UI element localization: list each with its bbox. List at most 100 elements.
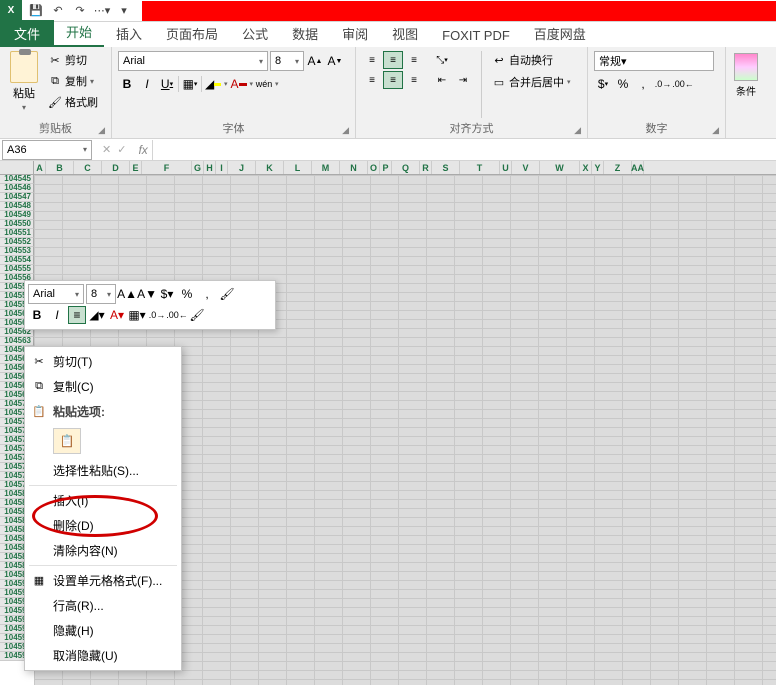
ctx-hide[interactable]: 隐藏(H) (25, 618, 181, 643)
save-button[interactable]: 💾 (26, 1, 46, 21)
col-header-E[interactable]: E (130, 161, 142, 174)
tab-insert[interactable]: 插入 (104, 20, 154, 47)
fx-icon[interactable]: fx (134, 143, 151, 157)
col-header-M[interactable]: M (312, 161, 340, 174)
copy-button[interactable]: ⧉复制▾ (46, 72, 100, 90)
align-top-button[interactable]: ≡ (362, 51, 382, 69)
mini-format-painter[interactable]: 🖌 (218, 285, 236, 303)
tab-data[interactable]: 数据 (280, 20, 330, 47)
row-header[interactable]: 104554 (0, 256, 34, 265)
col-header-U[interactable]: U (500, 161, 512, 174)
increase-decimal-button[interactable]: .0→ (654, 75, 672, 93)
col-header-P[interactable]: P (380, 161, 392, 174)
dialog-launcher-icon[interactable]: ◢ (574, 125, 581, 136)
col-header-H[interactable]: H (204, 161, 216, 174)
percent-button[interactable]: % (614, 75, 632, 93)
align-bottom-button[interactable]: ≡ (404, 51, 424, 69)
tab-review[interactable]: 审阅 (330, 20, 380, 47)
merge-center-button[interactable]: ▭合并后居中▾ (490, 73, 573, 91)
dialog-launcher-icon[interactable]: ◢ (98, 125, 105, 136)
row-header[interactable]: 104549 (0, 211, 34, 220)
col-header-Z[interactable]: Z (604, 161, 632, 174)
italic-button[interactable]: I (138, 75, 156, 93)
ctx-clear-contents[interactable]: 清除内容(N) (25, 538, 181, 563)
wrap-text-button[interactable]: ↩自动换行 (490, 51, 573, 69)
mini-percent-button[interactable]: % (178, 285, 196, 303)
dialog-launcher-icon[interactable]: ◢ (342, 125, 349, 136)
mini-increase-font[interactable]: A▲ (118, 285, 136, 303)
col-header-L[interactable]: L (284, 161, 312, 174)
mini-inc-decimal[interactable]: .0→ (148, 306, 166, 324)
col-header-Y[interactable]: Y (592, 161, 604, 174)
decrease-font-button[interactable]: A▼ (326, 52, 344, 70)
qat-customize-icon[interactable]: ▾ (114, 1, 134, 21)
tab-view[interactable]: 视图 (380, 20, 430, 47)
ctx-paste-special[interactable]: 选择性粘贴(S)... (25, 458, 181, 483)
mini-font-color[interactable]: A▾ (108, 306, 126, 324)
row-header[interactable]: 104548 (0, 202, 34, 211)
select-all-corner[interactable] (0, 161, 34, 174)
align-center-button[interactable]: ≡ (383, 71, 403, 89)
row-header[interactable]: 104547 (0, 193, 34, 202)
tab-baidu[interactable]: 百度网盘 (522, 20, 598, 47)
underline-button[interactable]: U▾ (158, 75, 176, 93)
mini-borders[interactable]: ▦▾ (128, 306, 146, 324)
tab-file[interactable]: 文件 (0, 20, 54, 47)
col-header-F[interactable]: F (142, 161, 192, 174)
col-header-K[interactable]: K (256, 161, 284, 174)
col-header-T[interactable]: T (460, 161, 500, 174)
col-header-S[interactable]: S (432, 161, 460, 174)
row-header[interactable]: 104546 (0, 184, 34, 193)
mini-decrease-font[interactable]: A▼ (138, 285, 156, 303)
col-header-A[interactable]: A (34, 161, 46, 174)
col-header-G[interactable]: G (192, 161, 204, 174)
tab-formulas[interactable]: 公式 (230, 20, 280, 47)
borders-button[interactable]: ▦▾ (181, 75, 199, 93)
accounting-format-button[interactable]: $▾ (594, 75, 612, 93)
increase-font-button[interactable]: A▲ (306, 52, 324, 70)
dialog-launcher-icon[interactable]: ◢ (712, 125, 719, 136)
comma-button[interactable]: , (634, 75, 652, 93)
align-middle-button[interactable]: ≡ (383, 51, 403, 69)
mini-italic[interactable]: I (48, 306, 66, 324)
ctx-row-height[interactable]: 行高(R)... (25, 593, 181, 618)
col-header-W[interactable]: W (540, 161, 580, 174)
mini-bold[interactable]: B (28, 306, 46, 324)
mini-align-center[interactable]: ≡ (68, 306, 86, 324)
col-header-Q[interactable]: Q (392, 161, 420, 174)
mini-comma-button[interactable]: , (198, 285, 216, 303)
ctx-paste-default[interactable]: 📋 (53, 428, 81, 454)
bold-button[interactable]: B (118, 75, 136, 93)
row-header[interactable]: 104552 (0, 238, 34, 247)
conditional-format-button[interactable]: 条件 (732, 51, 760, 100)
format-painter-button[interactable]: 🖌格式刷 (46, 93, 100, 111)
col-header-N[interactable]: N (340, 161, 368, 174)
font-name-combo[interactable]: Arial▾ (118, 51, 268, 71)
increase-indent-button[interactable]: ⇥ (453, 71, 473, 89)
col-header-I[interactable]: I (216, 161, 228, 174)
ctx-delete[interactable]: 删除(D) (25, 513, 181, 538)
decrease-decimal-button[interactable]: .00← (674, 75, 692, 93)
row-header[interactable]: 104545 (0, 175, 34, 184)
ctx-insert[interactable]: 插入(I) (25, 488, 181, 513)
formula-input[interactable] (152, 140, 776, 160)
row-header[interactable]: 104551 (0, 229, 34, 238)
col-header-R[interactable]: R (420, 161, 432, 174)
ctx-cut[interactable]: ✂剪切(T) (25, 349, 181, 374)
col-header-V[interactable]: V (512, 161, 540, 174)
row-header[interactable]: 104550 (0, 220, 34, 229)
col-header-AA[interactable]: AA (632, 161, 644, 174)
font-color-button[interactable]: A (230, 75, 248, 93)
paste-button[interactable]: 粘贴 ▾ (6, 51, 42, 118)
row-header[interactable]: 104555 (0, 265, 34, 274)
decrease-indent-button[interactable]: ⇤ (432, 71, 452, 89)
col-header-B[interactable]: B (46, 161, 74, 174)
font-size-combo[interactable]: 8▾ (270, 51, 304, 71)
mini-format-painter2[interactable]: 🖌 (188, 306, 206, 324)
mini-fill-color[interactable]: ◢▾ (88, 306, 106, 324)
number-format-combo[interactable]: 常规▾ (594, 51, 714, 71)
tab-home[interactable]: 开始 (54, 18, 104, 47)
name-box[interactable]: A36▾ (2, 140, 92, 160)
cut-button[interactable]: ✂剪切 (46, 51, 100, 69)
align-right-button[interactable]: ≡ (404, 71, 424, 89)
